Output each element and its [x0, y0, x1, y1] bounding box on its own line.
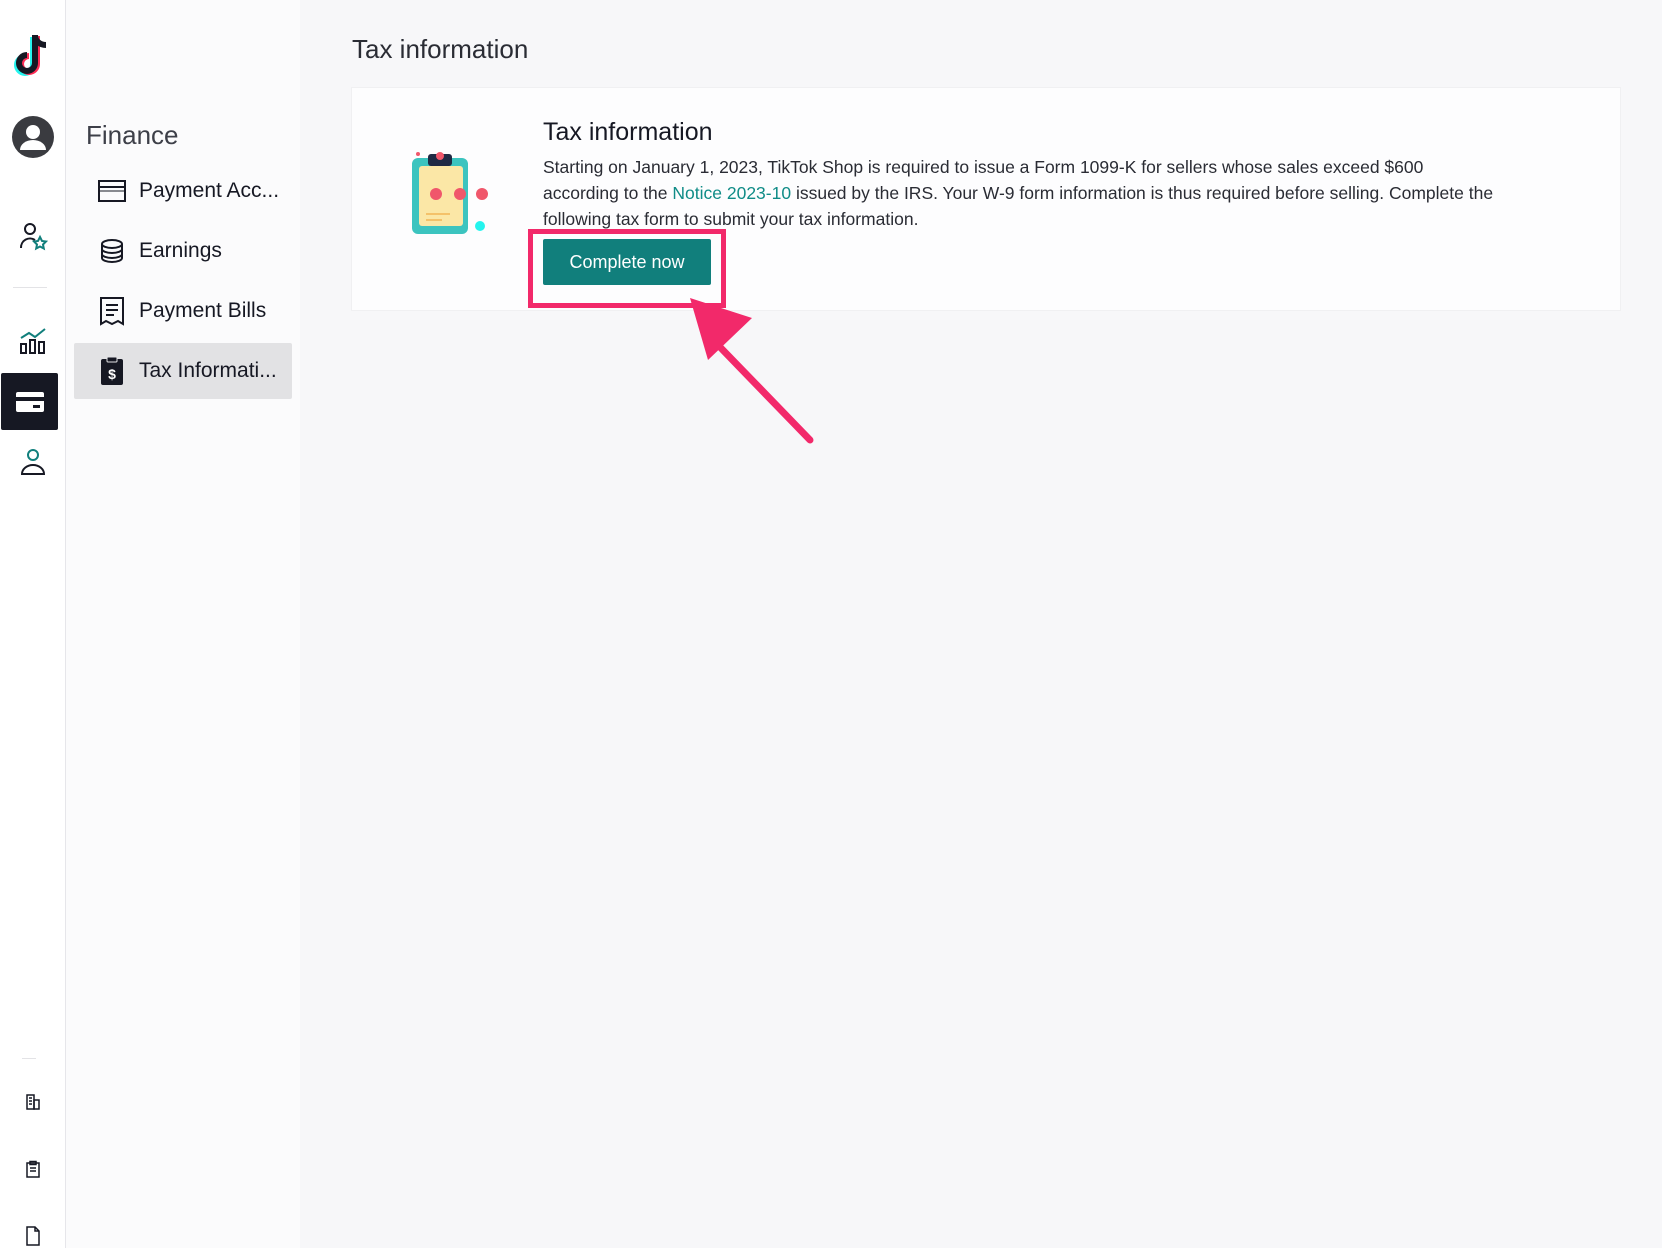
file-icon[interactable]	[0, 1224, 65, 1248]
annotation-arrow	[690, 298, 814, 444]
tiktok-logo-icon[interactable]	[0, 30, 65, 80]
menu-item-label: Earnings	[139, 239, 222, 262]
icon-rail	[0, 0, 66, 1248]
notice-link[interactable]: Notice 2023-10	[672, 183, 791, 203]
rail-finance-active[interactable]	[1, 373, 58, 430]
avatar[interactable]	[0, 114, 65, 160]
menu-item-label: Tax Informati...	[139, 359, 277, 382]
finance-submenu: Finance Payment Acc... Earnings Payment …	[66, 0, 300, 1248]
submenu-title: Finance	[86, 120, 179, 150]
analytics-icon[interactable]	[0, 323, 65, 359]
dollar-doc-icon: $	[97, 356, 127, 386]
card-icon	[15, 391, 44, 412]
coins-icon	[97, 236, 127, 266]
seller-star-icon[interactable]	[0, 218, 65, 254]
svg-text:$: $	[108, 366, 116, 382]
clipboard-icon[interactable]	[0, 1157, 65, 1181]
receipt-icon	[97, 296, 127, 326]
menu-item-payment-bills[interactable]: Payment Bills	[74, 283, 292, 339]
menu-item-label: Payment Bills	[139, 299, 267, 322]
page-title: Tax information	[352, 34, 529, 64]
rail-divider-bottom	[22, 1058, 36, 1059]
menu-item-payment-account[interactable]: Payment Acc...	[74, 163, 292, 219]
user-icon[interactable]	[0, 444, 65, 480]
rail-divider	[13, 287, 47, 288]
building-icon[interactable]	[0, 1090, 65, 1114]
card-heading: Tax information	[543, 118, 713, 146]
menu-item-earnings[interactable]: Earnings	[74, 223, 292, 279]
menu-item-label: Payment Acc...	[139, 179, 280, 202]
clipboard-illustration-icon	[404, 150, 494, 240]
card-description: Starting on January 1, 2023, TikTok Shop…	[543, 154, 1503, 232]
card-icon	[97, 176, 127, 206]
menu-item-tax-information[interactable]: $ Tax Informati...	[74, 343, 292, 399]
